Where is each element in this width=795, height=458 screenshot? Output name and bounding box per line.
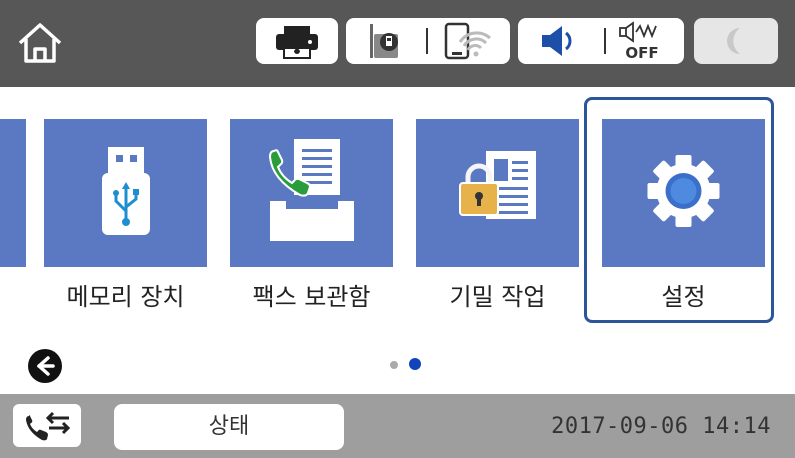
back-button[interactable]: [28, 349, 62, 383]
status-separator: [426, 28, 428, 54]
phone-transfer-icon: [26, 411, 71, 441]
fax-box-icon: [268, 139, 354, 241]
confidential-job-label: 기밀 작업: [449, 283, 546, 311]
quiet-mode-off-icon: OFF: [619, 21, 659, 62]
confidential-job-tile[interactable]: [416, 119, 579, 267]
sleep-button[interactable]: [694, 18, 778, 64]
fax-send-button[interactable]: [13, 404, 81, 447]
wireless-router-icon: [370, 24, 398, 58]
sleep-moon-icon: [727, 28, 740, 54]
confidential-job-icon: [459, 151, 536, 219]
wifi-icon: [444, 22, 491, 60]
status-tab-button[interactable]: 상태: [114, 404, 344, 450]
network-status-button[interactable]: [346, 18, 510, 64]
fax-box-tile[interactable]: [230, 119, 393, 267]
usb-memory-icon: [102, 147, 150, 235]
printer-status-button[interactable]: [256, 18, 338, 64]
fax-box-label: 팩스 보관함: [252, 283, 371, 311]
previous-tile-partial[interactable]: [0, 119, 26, 267]
speaker-icon: [542, 26, 572, 56]
menu-tiles-area: 메모리 장치 팩스 보관함 기밀 작업 설정: [0, 87, 795, 342]
quiet-off-label: OFF: [625, 44, 658, 62]
selection-highlight: [584, 97, 774, 323]
page-indicator-dot-2-active: [409, 358, 421, 370]
printer-status-icon: [276, 26, 318, 59]
sound-status-button[interactable]: OFF: [518, 18, 684, 64]
home-button[interactable]: [14, 17, 66, 67]
arrow-left-icon: [37, 356, 55, 376]
bottom-bar: 상태 2017-09-06 14:14: [0, 394, 795, 458]
page-indicator-dot-1: [390, 361, 398, 369]
memory-device-tile[interactable]: [44, 119, 207, 267]
top-status-bar: OFF: [0, 0, 795, 87]
date-time-display: 2017-09-06 14:14: [551, 414, 771, 439]
status-separator: [604, 28, 606, 54]
memory-device-label: 메모리 장치: [66, 283, 185, 311]
home-icon: [18, 23, 62, 63]
